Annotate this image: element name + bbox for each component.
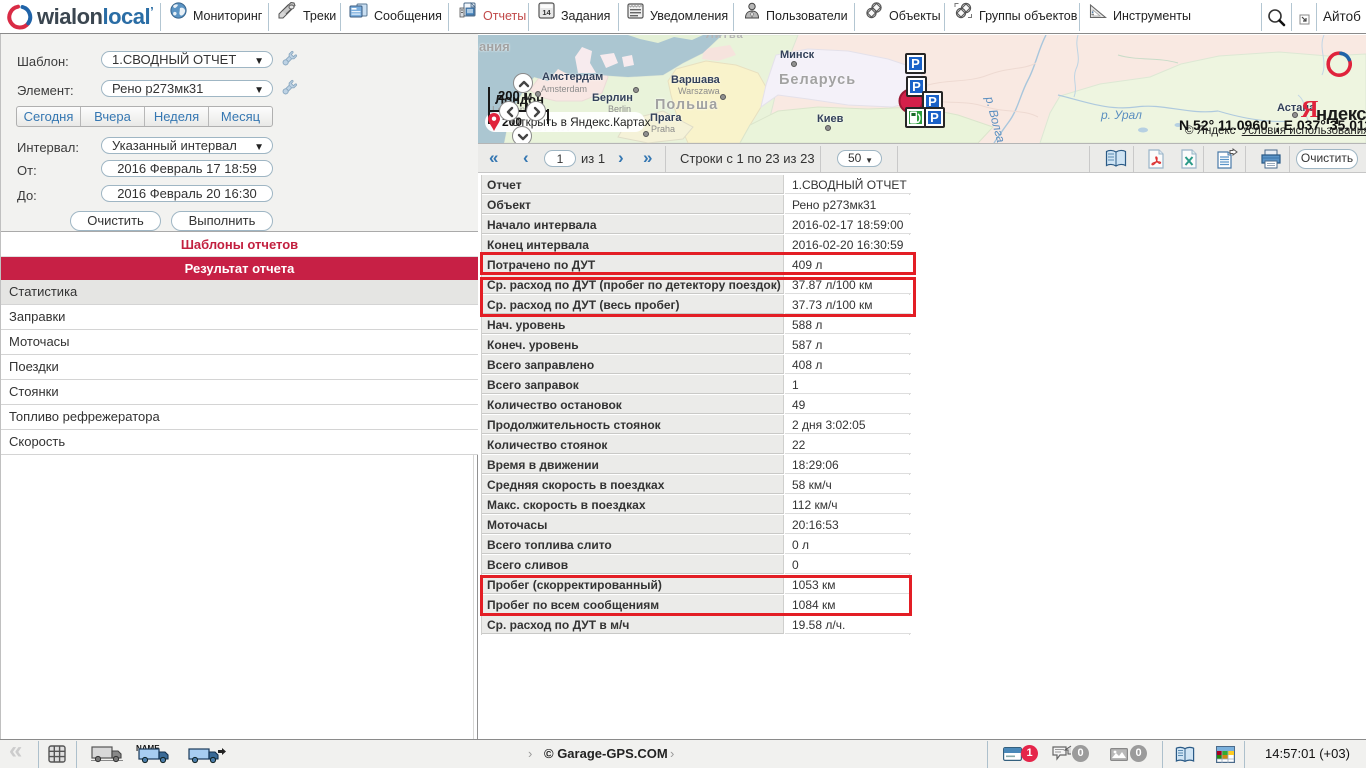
svg-text:14: 14 (542, 8, 551, 17)
